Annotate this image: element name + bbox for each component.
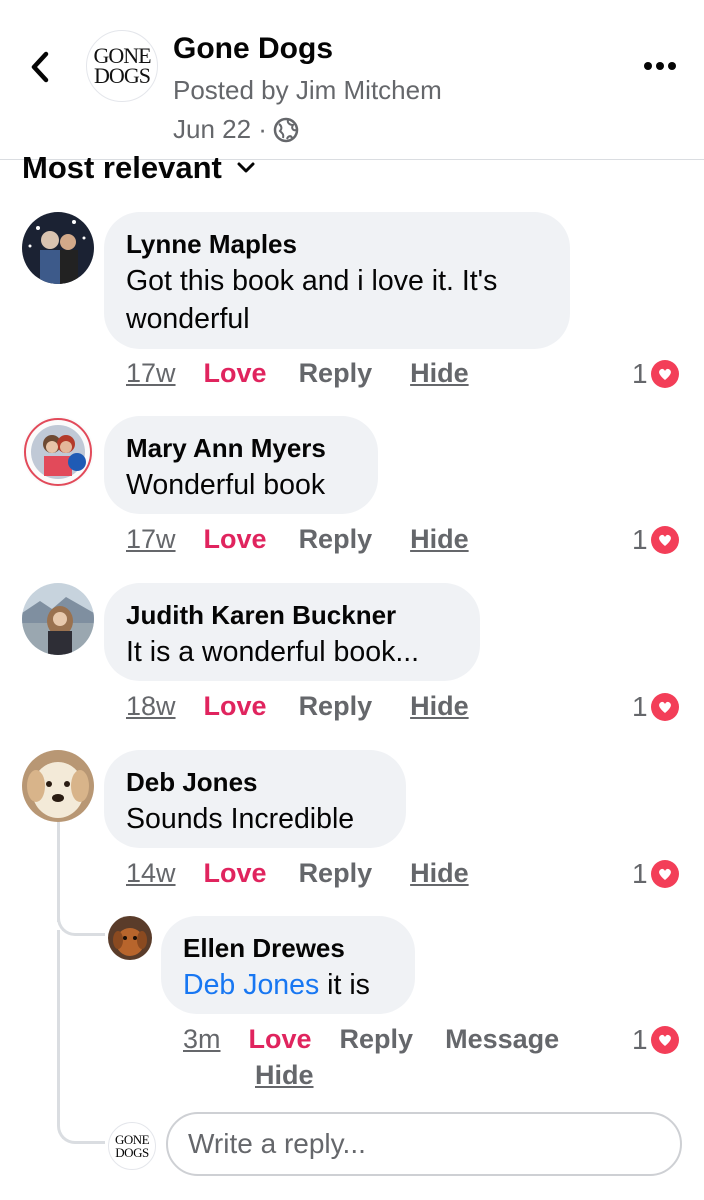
reply-text-rest: it is: [319, 969, 370, 1001]
comment-time[interactable]: 17w: [126, 524, 176, 555]
love-button[interactable]: Love: [204, 524, 267, 555]
comment-author[interactable]: Mary Ann Myers: [126, 430, 356, 466]
comment-actions: 18w Love Reply Hide: [126, 691, 469, 722]
reply-actions: 3m Love Reply Message: [183, 1024, 559, 1055]
heart-icon: [650, 526, 679, 554]
comment-time[interactable]: 17w: [126, 358, 176, 389]
hide-button[interactable]: Hide: [255, 1060, 314, 1091]
avatar-photo: [22, 416, 94, 488]
reply-button[interactable]: Reply: [299, 691, 373, 722]
comment-bubble[interactable]: Deb Jones Sounds Incredible: [104, 750, 406, 848]
back-arrow-icon[interactable]: [26, 50, 56, 84]
comment-text-line: Got this book and i love it. It's: [126, 265, 498, 297]
thread-line: [57, 930, 60, 1110]
reaction-number: 1: [632, 858, 648, 889]
comment-text-line: wonderful: [126, 303, 250, 335]
comment-bubble[interactable]: Lynne Maples Got this book and i love it…: [104, 212, 570, 349]
heart-icon: [650, 1026, 679, 1054]
reply-button[interactable]: Reply: [340, 1024, 414, 1055]
comment-time[interactable]: 14w: [126, 858, 176, 889]
avatar[interactable]: [22, 583, 94, 655]
chevron-down-icon: [237, 162, 255, 173]
comment-time[interactable]: 3m: [183, 1024, 221, 1055]
thread-connector: [57, 1090, 105, 1144]
reply-button[interactable]: Reply: [299, 358, 373, 389]
logo-line2: DOGS: [94, 63, 151, 88]
page-logo[interactable]: GONE DOGS: [86, 30, 158, 102]
comment-author[interactable]: Lynne Maples: [126, 226, 548, 262]
comment-author[interactable]: Deb Jones: [126, 764, 384, 800]
comment-actions: 14w Love Reply Hide: [126, 858, 469, 889]
sort-label: Most relevant: [22, 150, 222, 185]
logo-line2: DOGS: [115, 1145, 149, 1160]
avatar[interactable]: [22, 416, 94, 488]
comment-text: It is a wonderful book...: [126, 636, 420, 668]
comment-author[interactable]: Judith Karen Buckner: [126, 597, 458, 633]
reply-actions-overflow: Hide: [255, 1060, 314, 1091]
hide-button[interactable]: Hide: [410, 858, 469, 889]
page-title[interactable]: Gone Dogs: [173, 32, 333, 66]
love-button[interactable]: Love: [249, 1024, 312, 1055]
hide-button[interactable]: Hide: [410, 524, 469, 555]
post-header: GONE DOGS Gone Dogs Posted by Jim Mitche…: [0, 0, 704, 160]
globe-icon: [273, 117, 299, 142]
reply-button[interactable]: Reply: [299, 858, 373, 889]
heart-icon: [650, 360, 679, 388]
mention-link[interactable]: Deb Jones: [183, 969, 319, 1001]
reaction-count[interactable]: 1: [632, 858, 680, 890]
reaction-count[interactable]: 1: [632, 358, 680, 390]
love-button[interactable]: Love: [204, 858, 267, 889]
love-button[interactable]: Love: [204, 691, 267, 722]
avatar-photo: [22, 212, 94, 284]
reaction-count[interactable]: 1: [632, 524, 680, 556]
hide-button[interactable]: Hide: [410, 691, 469, 722]
reaction-number: 1: [632, 358, 648, 389]
reply-input[interactable]: Write a reply...: [166, 1112, 682, 1176]
thread-connector: [57, 880, 105, 936]
comment-text: Sounds Incredible: [126, 803, 355, 835]
reply-author[interactable]: Ellen Drewes: [183, 930, 393, 966]
reaction-number: 1: [632, 691, 648, 722]
avatar[interactable]: [108, 916, 152, 960]
avatar[interactable]: [22, 750, 94, 822]
reply-text: Deb Jones it is: [183, 966, 393, 1004]
hide-button[interactable]: Hide: [410, 358, 469, 389]
comment-bubble[interactable]: Judith Karen Buckner It is a wonderful b…: [104, 583, 480, 681]
reply-button[interactable]: Reply: [299, 524, 373, 555]
comment-time[interactable]: 18w: [126, 691, 176, 722]
sort-dropdown[interactable]: Most relevant: [22, 150, 256, 186]
comment-actions: 17w Love Reply Hide: [126, 524, 469, 555]
heart-icon: [650, 693, 679, 721]
comment-text: Wonderful book: [126, 469, 326, 501]
avatar-photo: [108, 916, 152, 960]
comment-bubble[interactable]: Mary Ann Myers Wonderful book: [104, 416, 378, 514]
avatar-photo: [22, 750, 94, 822]
composer-avatar: GONE DOGS: [108, 1122, 156, 1170]
comment-actions: 17w Love Reply Hide: [126, 358, 469, 389]
post-date-text: Jun 22 ·: [173, 114, 267, 144]
reaction-number: 1: [632, 524, 648, 555]
message-button[interactable]: Message: [445, 1024, 559, 1055]
avatar[interactable]: [22, 212, 94, 284]
reaction-number: 1: [632, 1024, 648, 1055]
love-button[interactable]: Love: [204, 358, 267, 389]
posted-by: Posted by Jim Mitchem: [173, 75, 442, 105]
avatar-photo: [22, 583, 94, 655]
reaction-count[interactable]: 1: [632, 1024, 680, 1056]
reaction-count[interactable]: 1: [632, 691, 680, 723]
heart-icon: [650, 860, 679, 888]
more-options-icon[interactable]: [640, 58, 680, 74]
reply-bubble[interactable]: Ellen Drewes Deb Jones it is: [161, 916, 415, 1014]
post-date: Jun 22 ·: [173, 114, 299, 145]
reply-input-placeholder: Write a reply...: [188, 1128, 366, 1159]
